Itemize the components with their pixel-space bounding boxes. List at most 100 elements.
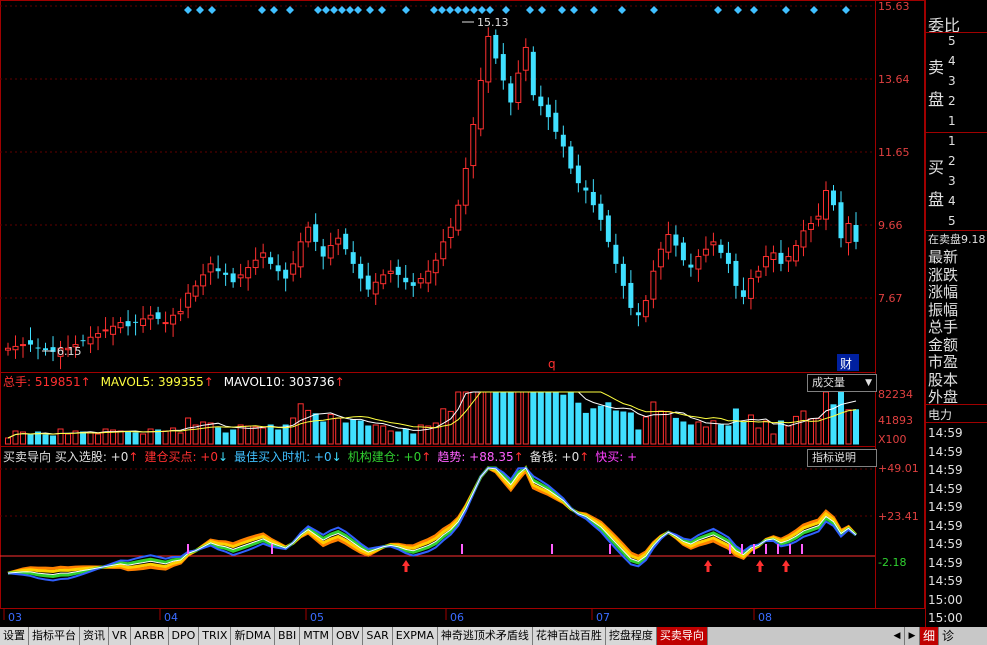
signal-diamond [338, 6, 346, 14]
signal-diamond [526, 6, 534, 14]
tab-指标平台[interactable]: 指标平台 [29, 627, 80, 645]
tab-花神百战百胜[interactable]: 花神百战百胜 [532, 627, 606, 645]
tab-EXPMA[interactable]: EXPMA [392, 627, 438, 645]
candle-body [380, 274, 387, 285]
signal-diamond [438, 6, 446, 14]
candle-body [12, 345, 19, 351]
candle-body [522, 46, 529, 71]
tick-time: 14:59 [928, 444, 963, 459]
volume-bar [792, 415, 799, 445]
volume-bar [267, 424, 274, 445]
volume-bar [725, 425, 732, 445]
tab-设置[interactable]: 设置 [0, 627, 29, 645]
volume-bar [222, 432, 229, 445]
chevron-down-icon: ▼ [865, 378, 872, 388]
volume-bar [522, 391, 529, 445]
tab-OBV[interactable]: OBV [333, 627, 364, 645]
signal-diamond [462, 6, 470, 14]
candle-body [605, 215, 611, 242]
tab-资讯[interactable]: 资讯 [80, 627, 109, 645]
tab-detail[interactable]: 细 [920, 627, 939, 645]
tab-TRIX[interactable]: TRIX [199, 627, 232, 645]
tick-time: 14:59 [928, 537, 963, 551]
tab-买卖导向[interactable]: 买卖导向 [656, 627, 708, 645]
indicator-tick-3: -2.18 [878, 556, 906, 569]
signal-diamond [270, 6, 278, 14]
candle-body [95, 333, 102, 338]
indicator-legend: 买卖导向 买入选股: +0↑ 建仓买点: +0↓ 最佳买入时机: +0↓ 机构建仓: … [3, 449, 637, 464]
candle-body [200, 274, 207, 287]
tab-神奇逃顶术矛盾线[interactable]: 神奇逃顶术矛盾线 [437, 627, 533, 645]
candle-body [642, 300, 649, 318]
candle-body [305, 226, 312, 243]
volume-bar [312, 413, 319, 445]
signal-diamond [538, 6, 546, 14]
price-tick: 15.63 [878, 0, 910, 13]
volume-bar [507, 391, 514, 445]
candle-body [462, 168, 469, 206]
candle-body [403, 277, 409, 283]
signal-diamond [402, 6, 410, 14]
signal-diamond [714, 6, 722, 14]
buy-arrow-icon [782, 560, 790, 572]
indicator-arrow: ↓ [332, 450, 342, 464]
candle-body [140, 318, 147, 327]
indicator-item: 买入选股: +0 [55, 450, 129, 464]
scroll-right-icon[interactable]: ▶ [905, 627, 920, 645]
tab-diagnose[interactable]: 诊 [939, 627, 957, 645]
candle-body [553, 112, 559, 132]
tab-DPO[interactable]: DPO [168, 627, 200, 645]
tab-SAR[interactable]: SAR [363, 627, 393, 645]
order-level: 4 [948, 194, 956, 208]
ma10-label: MAVOL10: [224, 375, 289, 389]
svg-text:总手: 519851↑ MAVOL5: 3993: 总手: 519851↑ MAVOL5: 399355↑ MAVOL10: 303… [3, 375, 345, 389]
signal-diamond [734, 6, 742, 14]
volume-bar [597, 405, 604, 445]
signal-diamond [810, 6, 818, 14]
order-level: 4 [948, 54, 956, 68]
signal-tick [741, 544, 743, 554]
volume-bar [125, 431, 132, 445]
tab-MTM[interactable]: MTM [300, 627, 333, 645]
signal-tick [187, 544, 189, 554]
kline-chart[interactable]: 15.63 13.64 11.65 9.66 7.67 15.13 6.15 q 财 总… [0, 0, 925, 627]
tab-BBI[interactable]: BBI [274, 627, 301, 645]
x-axis-label: 06 [450, 611, 464, 624]
scroll-left-icon[interactable]: ◀ [890, 627, 905, 645]
signal-diamond [446, 6, 454, 14]
candle-body [417, 278, 424, 284]
tick-time: 14:59 [928, 555, 963, 570]
candle-body [290, 263, 297, 275]
indicator-tick-1: +49.01 [878, 462, 919, 475]
candle-body [125, 321, 131, 327]
candle-body [515, 72, 522, 103]
volume-dropdown[interactable]: 成交量 ▼ [807, 374, 877, 392]
candle-body [680, 242, 686, 261]
svg-text:15.13: 15.13 [477, 16, 509, 29]
candle-body [372, 281, 379, 295]
indicator-ribbons [7, 465, 858, 582]
tab-挖盘程度[interactable]: 挖盘程度 [605, 627, 657, 645]
candle-body [755, 270, 762, 278]
candle-body [778, 252, 784, 264]
volume-bar [837, 391, 844, 445]
candle-body [162, 322, 169, 325]
tab-VR[interactable]: VR [109, 627, 132, 645]
volume-bar [260, 427, 267, 445]
tab-ARBR[interactable]: ARBR [131, 627, 169, 645]
candle-body [770, 252, 777, 260]
volume-bar [410, 433, 417, 445]
order-level: 2 [948, 94, 956, 108]
candle-body [170, 314, 177, 325]
total-label: 总手: [3, 375, 35, 389]
candle-body [365, 275, 371, 290]
candle-body [477, 79, 484, 130]
candle-body [800, 230, 807, 248]
indicator-explain-button[interactable]: 指标说明 [807, 449, 877, 467]
indicator-item: 机构建仓: +0 [348, 449, 422, 464]
tick-time: 14:59 [928, 481, 963, 496]
tab-新DMA[interactable]: 新DMA [231, 627, 275, 645]
volume-bar [132, 432, 139, 445]
candle-body [538, 96, 544, 107]
volume-bar [27, 434, 34, 445]
